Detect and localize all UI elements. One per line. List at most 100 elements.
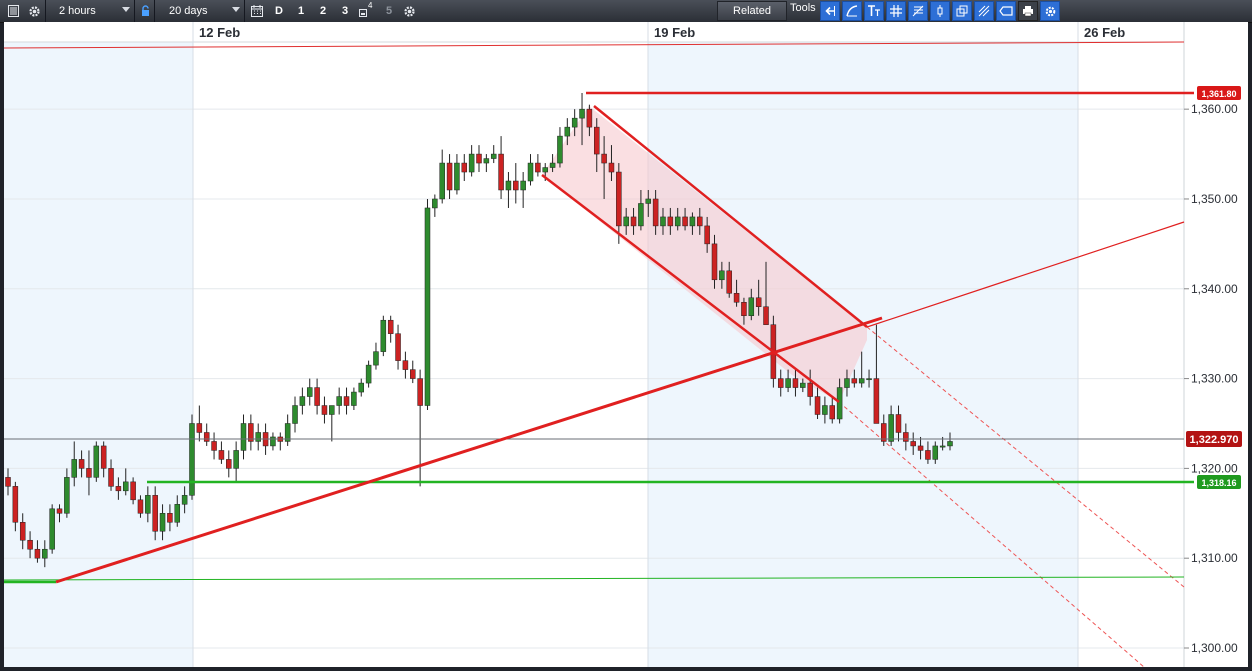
settings-blue-icon[interactable] — [1040, 1, 1060, 21]
candle-body — [520, 180, 526, 191]
gear-icon[interactable] — [24, 0, 46, 22]
candle-body — [527, 162, 534, 182]
pitchfork-icon[interactable] — [974, 1, 994, 21]
candle-body — [490, 153, 497, 159]
related-button[interactable]: Related — [717, 1, 787, 21]
candle-body — [365, 364, 372, 384]
candle-body — [108, 468, 114, 487]
candle-body — [476, 153, 482, 164]
candle-body — [866, 378, 872, 381]
tag-icon[interactable] — [996, 1, 1016, 21]
candle-body — [321, 405, 328, 415]
resistance-price-label: 1,361.80 — [1201, 89, 1236, 99]
candle-body — [741, 301, 747, 316]
candle-body — [601, 153, 607, 164]
period-1-button[interactable]: 1 — [292, 0, 310, 22]
candle-body — [726, 270, 732, 294]
interval-select[interactable]: 2 hours — [51, 0, 135, 22]
candle-body — [240, 423, 247, 451]
candle-body — [903, 432, 909, 442]
candle-body — [513, 180, 519, 191]
candle-body — [145, 495, 151, 514]
candle-body — [203, 432, 210, 442]
candle-body — [557, 135, 563, 164]
candle-body — [792, 378, 799, 388]
candle-body — [925, 450, 931, 460]
candle-body — [829, 405, 835, 420]
y-tick-label: 1,360.00 — [1191, 102, 1238, 116]
resistance-price-tag: 1,361.80 — [1197, 86, 1241, 100]
candle-body — [719, 270, 725, 281]
print-icon[interactable] — [1018, 1, 1038, 21]
candle-body — [27, 539, 33, 550]
arrow-back-icon[interactable] — [820, 1, 840, 21]
chevron-down-icon — [122, 7, 130, 12]
candle-body — [314, 387, 320, 406]
candle-body — [5, 477, 11, 487]
candle-body — [56, 508, 63, 514]
lock-icon[interactable] — [137, 0, 155, 22]
period-5-button[interactable]: 5 — [380, 0, 398, 22]
range-value: 20 days — [169, 5, 208, 17]
candle-body — [19, 522, 26, 541]
candle-body — [137, 499, 144, 514]
candle-body — [130, 481, 136, 501]
candle-body — [652, 198, 659, 227]
candle-body — [380, 319, 387, 352]
period-3-button[interactable]: 3 — [336, 0, 354, 22]
candle-body — [623, 216, 629, 227]
candle-body — [851, 378, 858, 384]
candle-body — [49, 508, 55, 550]
period-d-button[interactable]: D — [270, 0, 288, 22]
candle-icon[interactable] — [930, 1, 950, 21]
date-label-26-feb: 26 Feb — [1084, 25, 1125, 40]
candle-body — [292, 405, 298, 424]
candle-body — [270, 436, 276, 447]
candle-body — [910, 441, 916, 447]
text-tool-icon[interactable] — [864, 1, 884, 21]
candle-body — [152, 495, 158, 532]
period-shade — [4, 22, 193, 667]
candle-body — [667, 216, 674, 227]
candle-body — [682, 216, 688, 227]
date-label-19-feb: 19 Feb — [654, 25, 695, 40]
candle-body — [785, 378, 791, 388]
candle-body — [410, 369, 416, 379]
candle-body — [947, 441, 953, 447]
period-4-button[interactable]: 4 — [356, 0, 374, 22]
candle-body — [814, 396, 821, 415]
price-chart[interactable]: 12 Feb 19 Feb 26 Feb 1,360.00 1,350.00 1,3… — [4, 22, 1248, 667]
candle-body — [93, 445, 100, 478]
candle-body — [306, 387, 313, 397]
candle-body — [395, 333, 401, 361]
candle-body — [71, 459, 77, 478]
candle-body — [674, 216, 681, 227]
candle-body — [358, 382, 364, 393]
candle-body — [336, 396, 342, 406]
candle-body — [711, 243, 718, 281]
period-2-button[interactable]: 2 — [314, 0, 332, 22]
support-price-label: 1,318.16 — [1201, 478, 1236, 488]
candle-body — [167, 513, 173, 523]
grid-icon[interactable] — [886, 1, 906, 21]
chevron-down-icon — [232, 7, 240, 12]
layers-icon[interactable] — [952, 1, 972, 21]
candle-body — [800, 382, 806, 388]
candle-body — [777, 378, 784, 388]
period-4-label: 4 — [368, 1, 373, 10]
candle-body — [483, 158, 490, 164]
calendar-icon[interactable] — [248, 0, 266, 22]
candle-body — [755, 297, 762, 307]
candle-body — [446, 162, 453, 191]
candle-body — [432, 198, 438, 209]
fib-icon[interactable] — [908, 1, 928, 21]
candle-body — [196, 423, 203, 433]
range-select[interactable]: 20 days — [161, 0, 245, 22]
candle-body — [454, 162, 460, 191]
list-icon[interactable] — [2, 0, 24, 22]
curve-icon[interactable] — [842, 1, 862, 21]
candle-body — [343, 396, 350, 406]
candle-body — [424, 207, 431, 406]
candle-body — [233, 450, 239, 469]
chart-settings-gear-icon[interactable] — [400, 0, 418, 22]
